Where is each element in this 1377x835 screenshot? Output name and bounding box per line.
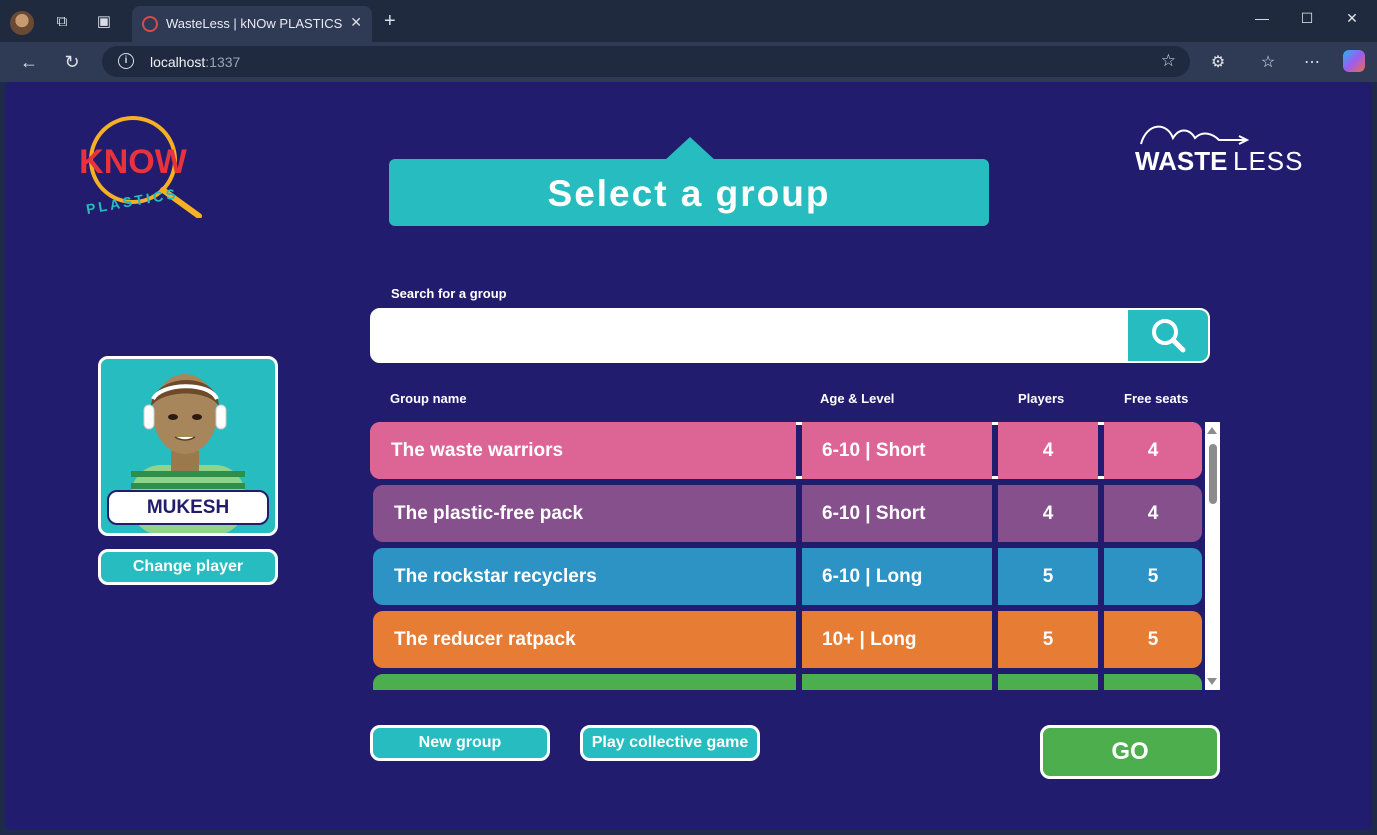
svg-text:LESS: LESS <box>1233 146 1304 176</box>
refresh-icon[interactable]: ↻ <box>60 50 84 74</box>
group-row-2[interactable]: The plastic-free pack 6-10 | Short 4 4 <box>370 485 1202 542</box>
svg-text:KNOW: KNOW <box>79 143 188 181</box>
page-title: Select a group <box>547 173 831 214</box>
group-row-3[interactable]: The rockstar recyclers 6-10 | Long 5 5 <box>370 548 1202 605</box>
extensions-icon[interactable]: ⚙ <box>1207 52 1229 72</box>
tab-close-icon[interactable]: ✕ <box>350 14 362 31</box>
player-card: MUKESH <box>98 356 278 536</box>
scroll-up-arrow-icon[interactable] <box>1207 427 1217 434</box>
site-info-icon[interactable]: i <box>118 53 134 69</box>
svg-text:WASTE: WASTE <box>1135 146 1227 176</box>
banner-notch <box>664 137 716 161</box>
group-name-cell: The rockstar recyclers <box>373 548 796 605</box>
workspaces-icon[interactable]: ⧉ <box>53 13 71 31</box>
profile-avatar[interactable] <box>10 11 34 35</box>
favorites-icon[interactable]: ☆ <box>1257 52 1279 72</box>
back-icon[interactable]: ← <box>17 50 41 74</box>
column-header-players: Players <box>1018 391 1065 406</box>
group-list-scrollbar[interactable] <box>1205 422 1220 690</box>
tab-title: WasteLess | kNOw PLASTICS <box>166 16 343 31</box>
player-name: MUKESH <box>107 490 269 525</box>
tab-actions-icon[interactable]: ▣ <box>95 13 113 31</box>
group-list: The waste warriors 6-10 | Short 4 4 The … <box>370 420 1208 690</box>
game-page: KNOW PLASTICS WASTE LESS Select a group … <box>5 82 1372 830</box>
address-bar[interactable]: i localhost:1337 ☆ <box>102 46 1190 77</box>
group-seats-cell: 4 <box>1104 422 1202 479</box>
copilot-icon[interactable] <box>1343 50 1365 72</box>
group-players-cell: 4 <box>998 485 1098 542</box>
group-name-cell: The waste warriors <box>370 422 796 479</box>
group-seats-cell: 4 <box>1104 485 1202 542</box>
group-seats-cell <box>1104 674 1202 690</box>
group-players-cell <box>998 674 1098 690</box>
new-group-button[interactable]: New group <box>370 725 550 761</box>
group-name-cell: The reducer ratpack <box>373 611 796 668</box>
favorite-star-icon[interactable]: ☆ <box>1161 51 1176 71</box>
group-age-cell: 10+ | Long <box>802 611 992 668</box>
know-plastics-logo: KNOW PLASTICS <box>79 116 202 218</box>
scroll-down-arrow-icon[interactable] <box>1207 678 1217 685</box>
change-player-button[interactable]: Change player <box>98 549 278 585</box>
browser-tab[interactable]: WasteLess | kNOw PLASTICS ✕ <box>132 6 372 42</box>
page-title-banner: Select a group <box>389 137 989 226</box>
minimize-icon[interactable]: — <box>1252 10 1272 26</box>
column-header-age-level: Age & Level <box>820 391 895 406</box>
more-options-icon[interactable]: ⋯ <box>1301 52 1323 72</box>
search-box <box>370 308 1210 363</box>
column-header-free-seats: Free seats <box>1124 391 1189 406</box>
play-collective-game-button[interactable]: Play collective game <box>580 725 760 761</box>
group-row-4[interactable]: The reducer ratpack 10+ | Long 5 5 <box>370 611 1202 668</box>
window-close-icon[interactable]: ✕ <box>1342 10 1362 27</box>
search-input[interactable] <box>372 310 1128 361</box>
group-players-cell: 4 <box>998 422 1098 479</box>
group-age-cell <box>802 674 992 690</box>
group-name-cell <box>373 674 796 690</box>
wasteless-logo: WASTE LESS <box>1135 125 1304 176</box>
maximize-icon[interactable]: ☐ <box>1297 10 1317 27</box>
search-label: Search for a group <box>391 286 507 301</box>
url-text: localhost:1337 <box>150 54 241 70</box>
column-header-group-name: Group name <box>390 391 467 406</box>
search-button[interactable] <box>1128 310 1208 361</box>
group-age-cell: 6-10 | Long <box>802 548 992 605</box>
group-age-cell: 6-10 | Short <box>802 485 992 542</box>
browser-titlebar: ⧉ ▣ WasteLess | kNOw PLASTICS ✕ + — ☐ ✕ <box>0 0 1377 42</box>
group-row-5[interactable] <box>370 674 1202 690</box>
group-name-cell: The plastic-free pack <box>373 485 796 542</box>
group-age-cell: 6-10 | Short <box>802 422 992 479</box>
search-icon <box>1152 319 1186 353</box>
group-row-1[interactable]: The waste warriors 6-10 | Short 4 4 <box>370 422 1202 479</box>
new-tab-icon[interactable]: + <box>384 10 396 33</box>
group-players-cell: 5 <box>998 548 1098 605</box>
browser-toolbar: ← ↻ i localhost:1337 ☆ ⚙ ☆ ⋯ <box>0 42 1377 82</box>
group-seats-cell: 5 <box>1104 548 1202 605</box>
group-players-cell: 5 <box>998 611 1098 668</box>
tab-favicon-icon <box>142 16 158 32</box>
scroll-thumb[interactable] <box>1209 444 1217 504</box>
group-seats-cell: 5 <box>1104 611 1202 668</box>
go-button[interactable]: GO <box>1040 725 1220 779</box>
svg-text:PLASTICS: PLASTICS <box>85 185 180 217</box>
